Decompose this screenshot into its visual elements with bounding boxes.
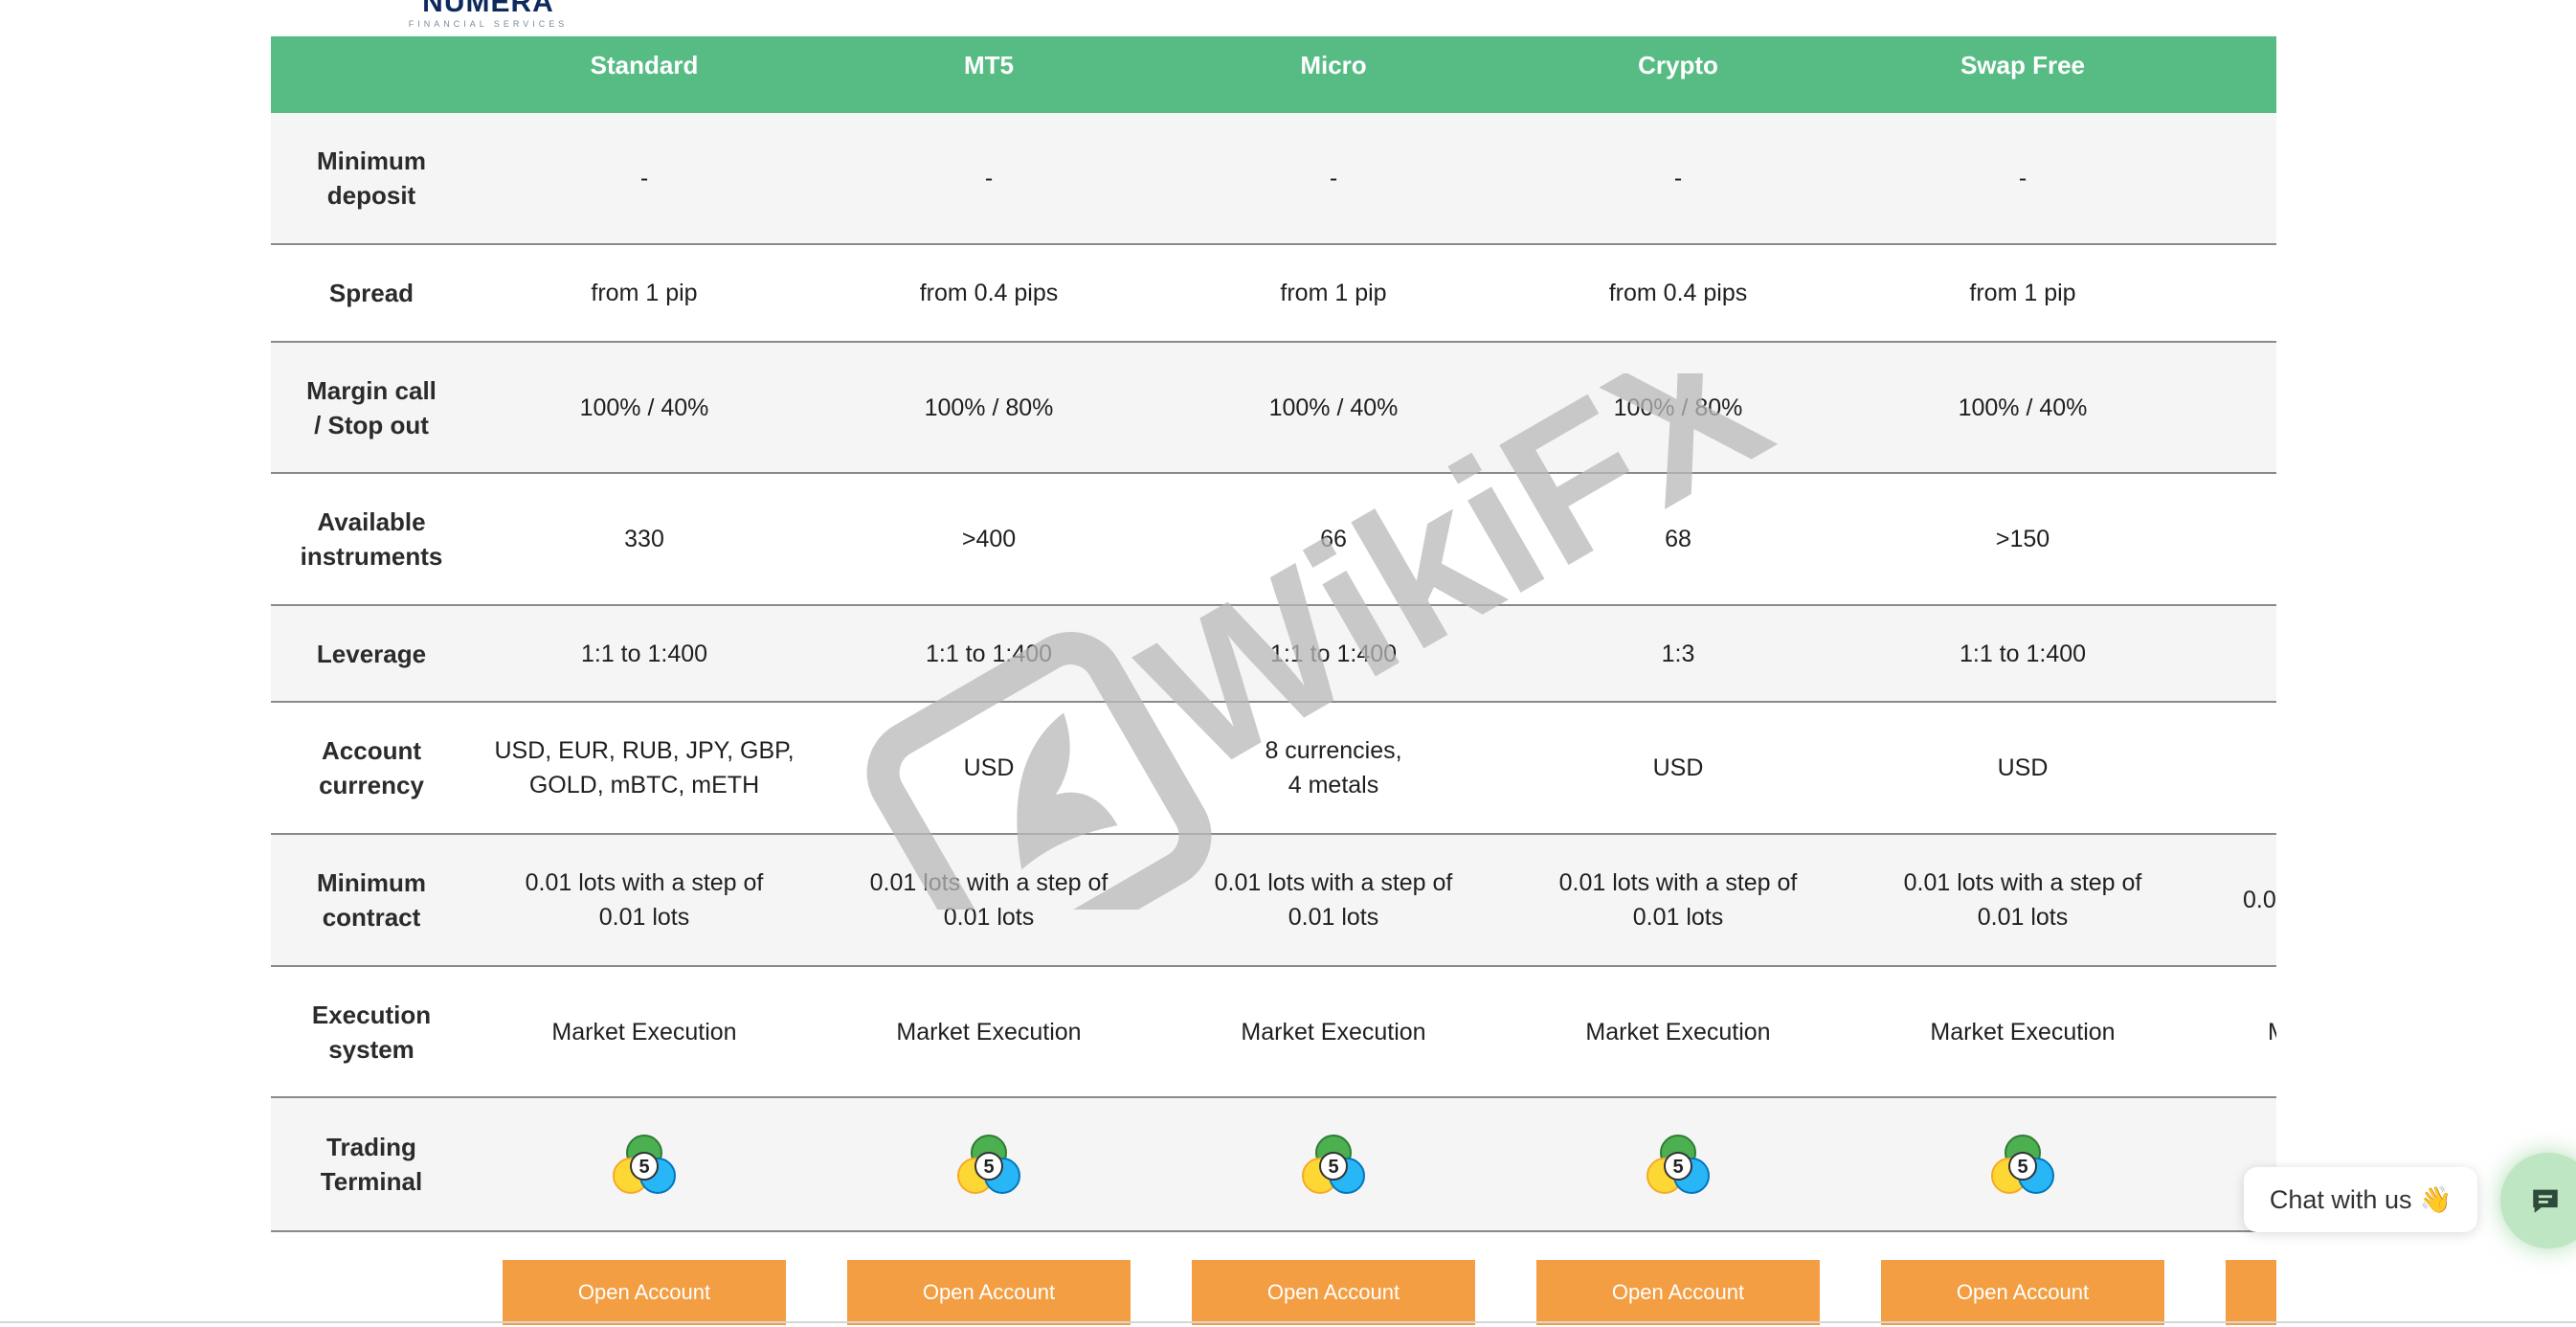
metatrader5-icon: 5 [1984,1126,2061,1203]
table-cell: - [984,165,994,191]
table-cell: - [639,165,649,191]
table-cell: USD [963,754,1015,781]
svg-text:5: 5 [983,1157,994,1178]
table-cell: 0.01 lots with a step of 0.01 lots [1558,869,1798,931]
terminal-cell: 5 [1161,1098,1506,1230]
brand-logo[interactable]: NUMERA FINANCIAL SERVICES [402,0,574,31]
table-cell: from 1 pip [1969,280,2076,306]
table-cell: USD [1997,754,2049,781]
table-cell: Market Execution [1930,1018,2116,1046]
wave-emoji-icon: 👋 [2419,1185,2453,1214]
table-cell: 1:1 to 1:400 [1269,640,1398,667]
table-row-spread: Spread from 1 pip from 0.4 pips from 1 p… [271,245,2276,343]
table-row-execution-system: Execution system Market Execution Market… [271,967,2276,1098]
open-account-button-micro[interactable]: Open Account [1192,1260,1475,1325]
account-comparison-table: Standard MT5 Micro Crypto Swap Free Mini… [271,36,2276,1327]
table-row-available-instruments: Available instruments 330 >400 66 68 >15… [271,474,2276,606]
table-cell: 1:1 to 1:400 [925,640,1053,667]
table-cell: from 0.4 pips [1608,280,1748,306]
row-label: Minimum contract [316,868,427,932]
table-cell: 66 [1320,526,1347,552]
table-row-trading-terminal: Trading Terminal 5 5 5 5 5 [271,1098,2276,1232]
table-cell: 1:1 to 1:400 [580,640,708,667]
table-row-account-currency: Account currency USD, EUR, RUB, JPY, GBP… [271,703,2276,835]
table-cell: >400 [961,526,1017,552]
table-cell: - [2018,165,2027,191]
open-account-button-standard[interactable]: Open Account [503,1260,786,1325]
open-account-button-mt5[interactable]: Open Account [847,1260,1131,1325]
chat-icon [2533,1189,2558,1213]
table-cell: from 1 pip [591,280,698,306]
table-cell: from 0.4 pips [919,280,1059,306]
table-cell: 0.01 lots with a step of 0.01 lots [1903,869,2142,931]
table-cell: - [1329,165,1338,191]
svg-text:5: 5 [1672,1157,1683,1178]
row-label: Trading Terminal [320,1133,423,1196]
chat-label: Chat with us [2269,1184,2412,1214]
col-crypto: Crypto [1638,50,1718,79]
open-account-button-next[interactable] [2226,1260,2276,1325]
table-cell: from 1 pip [1280,280,1387,306]
col-standard: Standard [590,50,699,79]
svg-text:5: 5 [638,1157,649,1178]
table-cell: Market Execution [551,1018,737,1046]
metatrader5-icon: 5 [606,1126,683,1203]
table-cell: 330 [624,526,664,552]
table-cell: USD [1652,754,1704,781]
table-cell: 68 [1665,526,1691,552]
page-divider [0,1321,2576,1323]
table-cell: - [1673,165,1683,191]
table-cell: 100% / 80% [924,394,1054,421]
row-label: Margin call / Stop out [306,375,437,439]
metatrader5-icon: 5 [1640,1126,1716,1203]
terminal-cell: 5 [472,1098,817,1230]
table-cell: Market Execution [1585,1018,1771,1046]
table-header: Standard MT5 Micro Crypto Swap Free [271,36,2276,113]
svg-text:5: 5 [2017,1157,2027,1178]
row-label: Available instruments [300,507,443,571]
row-label: Account currency [319,736,424,799]
chat-with-us-bubble[interactable]: Chat with us 👋 [2244,1167,2477,1232]
open-account-button-swap-free[interactable]: Open Account [1881,1260,2164,1325]
terminal-cell: 5 [1850,1098,2195,1230]
col-swap-free: Swap Free [1960,50,2086,79]
logo-subtitle: FINANCIAL SERVICES [408,19,569,29]
chat-open-button[interactable] [2500,1153,2576,1248]
table-row-minimum-contract: Minimum contract 0.01 lots with a step o… [271,835,2276,967]
svg-text:5: 5 [1328,1157,1338,1178]
col-micro: Micro [1300,50,1367,79]
open-account-button-crypto[interactable]: Open Account [1536,1260,1820,1325]
table-row-margin-call: Margin call / Stop out 100% / 40% 100% /… [271,343,2276,474]
table-cell: 0.01 lots with a step of 0.01 lots [1214,869,1453,931]
table-cell: 8 currencies, 4 metals [1265,737,1402,798]
table-row-leverage: Leverage 1:1 to 1:400 1:1 to 1:400 1:1 t… [271,606,2276,703]
metatrader5-icon: 5 [1295,1126,1372,1203]
table-cell: 1:3 [1661,640,1695,667]
table-cell-overflow: 0.0 [2243,887,2276,913]
row-label: Leverage [316,639,427,668]
logo-text: NUMERA [422,0,554,18]
table-cell: 0.01 lots with a step of 0.01 lots [525,869,764,931]
row-label: Spread [328,279,414,307]
table-cell: 100% / 80% [1613,394,1743,421]
table-cell: 100% / 40% [1958,394,2088,421]
terminal-cell: 5 [817,1098,1161,1230]
table-cell: Market Execution [1241,1018,1426,1046]
table-row-minimum-deposit: Minimum deposit - - - - - [271,113,2276,245]
table-cell: USD, EUR, RUB, JPY, GBP, GOLD, mBTC, mET… [494,737,795,798]
table-cell: >150 [1995,526,2050,552]
table-cell: 1:1 to 1:400 [1959,640,2087,667]
table-cell: 0.01 lots with a step of 0.01 lots [869,869,1109,931]
metatrader5-icon: 5 [951,1126,1027,1203]
terminal-cell: 5 [1506,1098,1850,1230]
table-cell: 100% / 40% [1268,394,1399,421]
row-label: Execution system [311,1000,432,1064]
col-mt5: MT5 [964,50,1014,79]
table-cell: 100% / 40% [579,394,709,421]
table-cell: Market Execution [896,1018,1082,1046]
row-label: Minimum deposit [316,146,427,210]
table-cell-overflow: M [2268,967,2276,1096]
